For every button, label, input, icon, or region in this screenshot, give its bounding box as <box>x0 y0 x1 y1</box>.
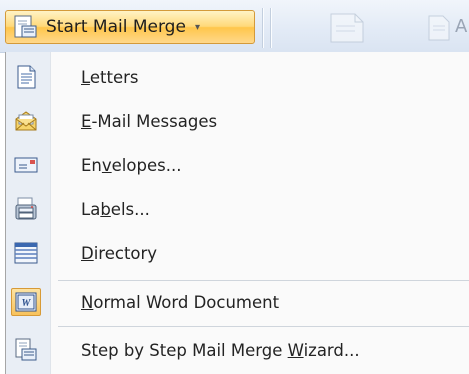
menu-item-mail-merge-wizard[interactable]: Step by Step Mail Merge Wizard... <box>6 329 469 371</box>
start-mail-merge-menu: Letters E-Mail Messages Envelopes... Lab… <box>5 52 469 374</box>
ribbon-separator <box>270 8 271 48</box>
ribbon-separator <box>262 8 263 48</box>
chevron-down-icon: ▾ <box>194 21 200 33</box>
menu-item-label: Directory <box>81 243 158 263</box>
envelope-icon <box>14 157 38 173</box>
mail-merge-icon <box>14 15 37 38</box>
menu-item-label: Envelopes... <box>81 155 182 175</box>
select-recipients-icon[interactable] <box>325 12 367 44</box>
menu-item-label: E-Mail Messages <box>81 111 218 131</box>
document-icon <box>17 65 36 89</box>
envelope-open-icon <box>15 111 37 131</box>
menu-divider <box>58 326 469 327</box>
svg-text:W: W <box>22 298 32 309</box>
menu-item-directory[interactable]: Directory <box>6 232 469 274</box>
menu-item-label: Letters <box>81 67 139 87</box>
menu-item-label: Step by Step Mail Merge Wizard... <box>81 340 360 360</box>
menu-item-normal-word-document[interactable]: W Normal Word Document <box>6 281 469 323</box>
menu-item-letters[interactable]: Letters <box>6 56 469 98</box>
start-mail-merge-label: Start Mail Merge <box>46 17 186 37</box>
labels-icon <box>15 197 37 220</box>
ribbon-partial-label: A <box>455 16 468 37</box>
menu-item-envelopes[interactable]: Envelopes... <box>6 144 469 186</box>
menu-item-labels[interactable]: Labels... <box>6 188 469 230</box>
menu-item-label: Labels... <box>81 199 150 219</box>
wizard-icon <box>15 338 37 361</box>
checked-state-frame: W <box>11 288 41 316</box>
edit-recipient-list-icon[interactable] <box>425 12 453 44</box>
word-document-icon: W <box>15 292 37 312</box>
menu-item-email-messages[interactable]: E-Mail Messages <box>6 100 469 142</box>
start-mail-merge-button[interactable]: Start Mail Merge ▾ <box>5 10 255 44</box>
menu-item-label: Normal Word Document <box>81 292 280 312</box>
ribbon: Start Mail Merge ▾ A <box>0 0 469 53</box>
directory-icon <box>14 242 38 264</box>
